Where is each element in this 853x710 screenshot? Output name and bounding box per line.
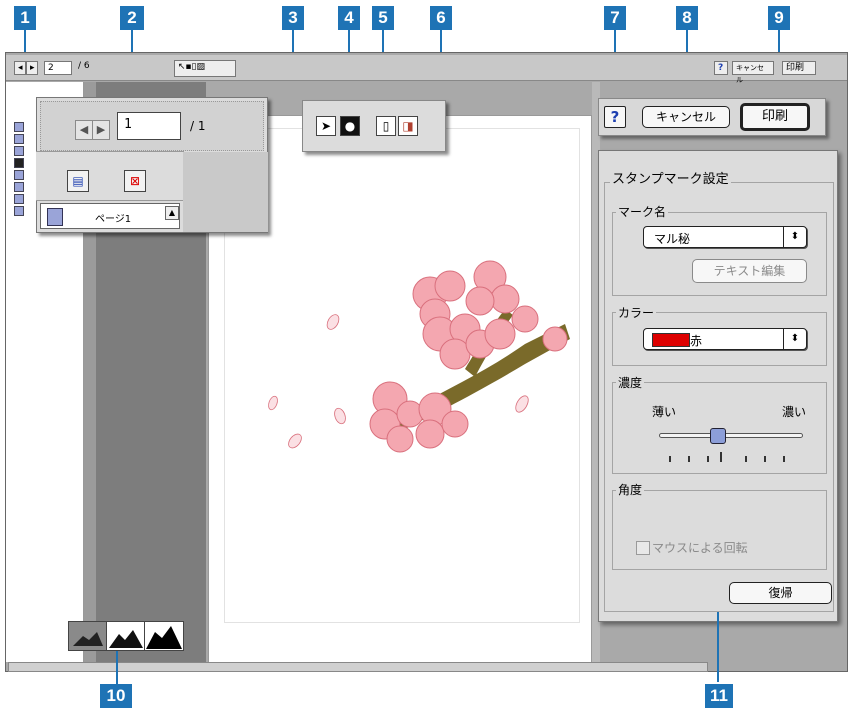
- horizontal-scrollbar[interactable]: [8, 662, 708, 672]
- density-label: 濃度: [616, 374, 645, 391]
- color-swatch: [652, 333, 690, 347]
- select-arrows-icon: ⬍: [783, 227, 806, 247]
- select-arrows-icon: ⬍: [783, 329, 806, 349]
- help-button[interactable]: ?: [604, 106, 626, 128]
- print-button[interactable]: 印刷: [740, 103, 810, 131]
- angle-label: 角度: [616, 481, 645, 498]
- callout-3: 3: [282, 6, 304, 30]
- density-slider-thumb[interactable]: [709, 428, 726, 444]
- mark-name-value: マル秘: [654, 232, 691, 246]
- stamp-icon[interactable]: ●: [340, 116, 360, 136]
- callout-1: 1: [14, 6, 36, 30]
- mark-name-group: [612, 212, 827, 296]
- density-slider[interactable]: [659, 433, 803, 438]
- page-item-icon: [47, 208, 63, 226]
- callout-2: 2: [120, 6, 144, 30]
- next-page-small-button[interactable]: ▸: [26, 61, 38, 75]
- mark-name-label: マーク名: [616, 203, 669, 220]
- callout-10: 10: [100, 684, 132, 708]
- callout-9: 9: [768, 6, 790, 30]
- prev-page-small-button[interactable]: ◂: [14, 61, 26, 75]
- callout-8: 8: [676, 6, 698, 30]
- cherry-blossom-image: [268, 260, 570, 453]
- page-small-total: / 6: [78, 61, 90, 71]
- color-value: 赤: [690, 334, 703, 348]
- next-page-button[interactable]: ▶: [92, 120, 110, 140]
- mountain-low-shape: [73, 632, 103, 646]
- callout-4: 4: [338, 6, 360, 30]
- mountain-mid-icon[interactable]: [107, 622, 145, 650]
- small-tools-icon[interactable]: ↖▪▯▨: [174, 60, 236, 77]
- mouse-rotate-checkbox[interactable]: [636, 541, 650, 555]
- top-toolbar: ◂ ▸ 2 / 6 ↖▪▯▨ ? キャンセル 印刷: [6, 55, 847, 84]
- add-page-icon[interactable]: ▤: [67, 170, 89, 192]
- print-area: [224, 128, 580, 623]
- page-number-input[interactable]: 1: [117, 112, 181, 140]
- page-list[interactable]: ページ1 ▲: [40, 203, 180, 229]
- density-low-label: 薄い: [652, 405, 677, 419]
- image-icon[interactable]: ◨: [398, 116, 418, 136]
- callout-7: 7: [604, 6, 626, 30]
- density-high-label: 濃い: [782, 405, 807, 419]
- mountain-low-icon[interactable]: [69, 622, 107, 650]
- mountain-high-shape: [146, 626, 182, 649]
- page-action-row: [36, 151, 184, 201]
- page-item-label: ページ1: [95, 214, 132, 225]
- reset-button[interactable]: 復帰: [729, 582, 832, 604]
- print-small-button[interactable]: 印刷: [782, 61, 816, 75]
- page-total-label: / 1: [190, 119, 206, 133]
- delete-page-icon[interactable]: ⊠: [124, 170, 146, 192]
- cancel-small-button[interactable]: キャンセル: [732, 61, 774, 84]
- page-thumbnail-area: [183, 152, 268, 232]
- color-label: カラー: [616, 304, 657, 321]
- mountain-mid-shape: [109, 630, 143, 648]
- stamp-settings-title: スタンプマーク設定: [610, 168, 731, 187]
- prev-page-button[interactable]: ◀: [75, 120, 93, 140]
- color-select[interactable]: 赤 ⬍: [643, 328, 807, 350]
- quality-buttons: [68, 621, 184, 651]
- mark-name-select[interactable]: マル秘 ⬍: [643, 226, 807, 248]
- help-small-button[interactable]: ?: [714, 61, 728, 75]
- callout-6: 6: [430, 6, 452, 30]
- arrow-icon[interactable]: ➤: [316, 116, 336, 136]
- cancel-button[interactable]: キャンセル: [642, 106, 730, 128]
- page-list-icons: [14, 122, 24, 218]
- page-small-input[interactable]: 2: [44, 61, 72, 75]
- callout-5: 5: [372, 6, 394, 30]
- angle-group: [612, 490, 827, 570]
- mountain-high-icon[interactable]: [145, 622, 183, 650]
- text-edit-button[interactable]: テキスト編集: [692, 259, 807, 283]
- page-list-scroll-up-icon[interactable]: ▲: [165, 206, 179, 220]
- page-icon[interactable]: ▯: [376, 116, 396, 136]
- mouse-rotate-label: マウスによる回転: [652, 541, 748, 555]
- callout-11: 11: [705, 684, 733, 708]
